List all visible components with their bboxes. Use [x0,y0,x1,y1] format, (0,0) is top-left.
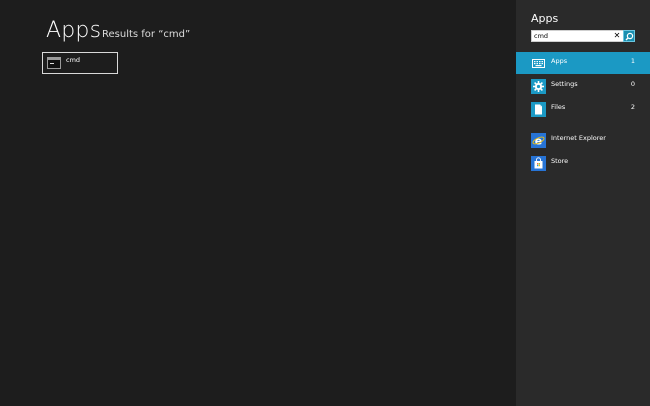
result-tile-cmd[interactable]: cmd [42,52,118,74]
magnifier-icon [625,32,634,41]
search-pane: Apps ✕ Apps 1 [516,0,650,406]
scope-apps-count: 1 [630,57,635,65]
scope-files-count: 2 [630,103,635,111]
store-bag-icon [531,156,546,171]
gear-icon [531,79,546,94]
keyboard-icon [531,56,546,71]
page-title: Apps [46,18,102,43]
search-button[interactable] [623,30,635,42]
pane-title: Apps [531,12,559,25]
document-icon [531,102,546,117]
command-prompt-icon [47,57,61,69]
scope-files-label: Files [551,103,566,111]
result-tile-label: cmd [66,56,81,64]
app-label: Internet Explorer [551,134,606,142]
search-box: ✕ [531,30,635,42]
app-label: Store [551,157,569,165]
scope-apps[interactable]: Apps 1 [516,52,650,74]
scope-settings-count: 0 [630,80,635,88]
app-internet-explorer[interactable]: e Internet Explorer [516,131,650,151]
scope-settings-label: Settings [551,80,578,88]
results-query-label: Results for “cmd” [102,29,191,40]
svg-text:e: e [535,135,542,148]
search-input[interactable] [534,31,608,41]
scope-settings[interactable]: Settings 0 [516,75,650,97]
search-results-area: Apps Results for “cmd” cmd [0,0,516,406]
clear-search-button[interactable]: ✕ [612,31,622,41]
scope-files[interactable]: Files 2 [516,98,650,120]
scope-apps-label: Apps [551,57,568,65]
app-store[interactable]: Store [516,154,650,174]
internet-explorer-icon: e [531,133,546,148]
